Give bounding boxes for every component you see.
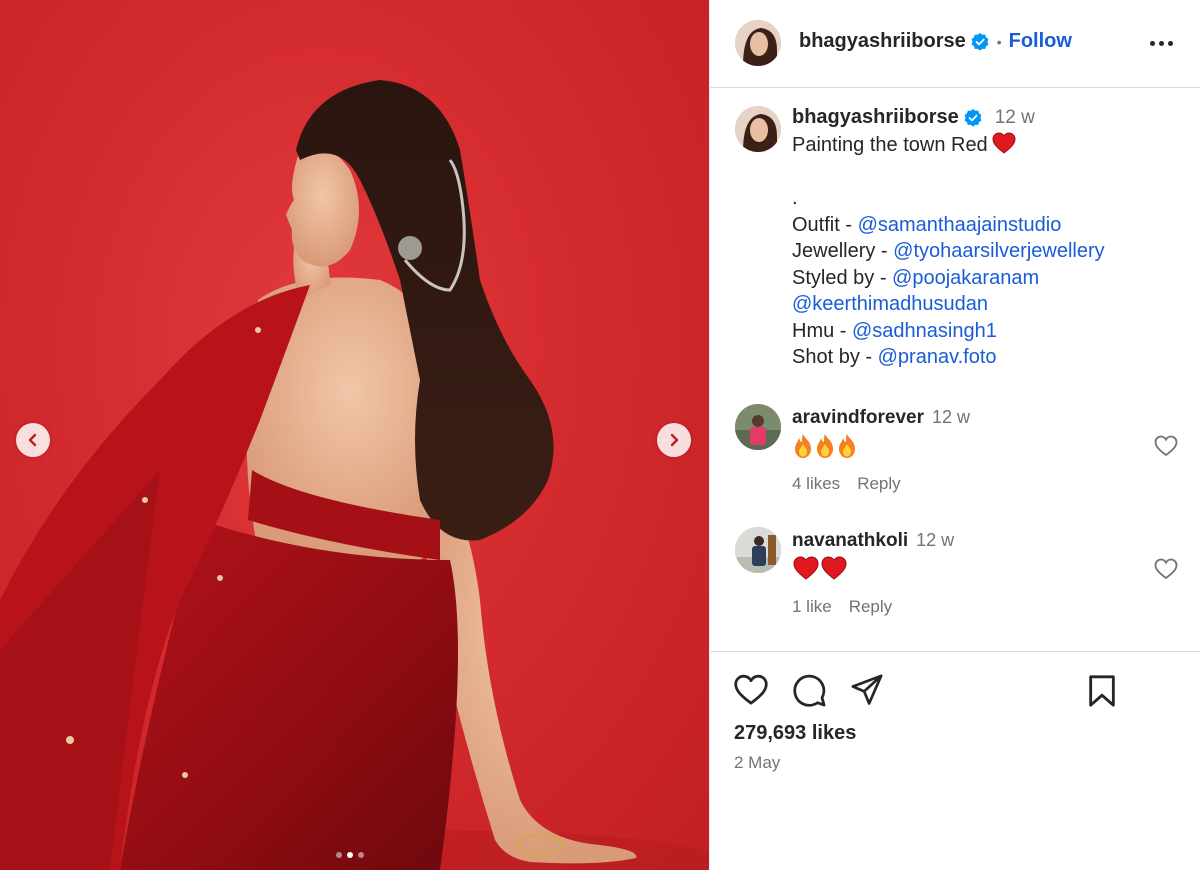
post-actions: 279,693 likes 2 May [710, 651, 1200, 870]
credit-label: Hmu - [792, 319, 852, 342]
red-heart-emoji-icon [793, 556, 819, 580]
caption-avatar[interactable] [735, 106, 781, 152]
comment-header: navanathkoli 12 w [792, 530, 954, 552]
comment-time[interactable]: 12 w [916, 530, 954, 551]
reply-button[interactable]: Reply [849, 597, 892, 617]
fire-emoji-icon [839, 434, 855, 458]
comment-item: navanathkoli 12 w 1 like Reply [710, 527, 1200, 627]
comment-text [792, 433, 858, 459]
credit-label: Styled by - [792, 266, 893, 289]
author-username[interactable]: bhagyashriiborse [799, 30, 966, 53]
more-dot [1149, 40, 1155, 46]
caption-username[interactable]: bhagyashriiborse [792, 106, 959, 129]
red-heart-emoji-icon [821, 556, 847, 580]
post-photo [0, 80, 709, 870]
credit-mention[interactable]: @sadhnasingh1 [852, 320, 997, 342]
comment-like-button[interactable] [1154, 435, 1178, 462]
heart-outline-icon [734, 674, 768, 705]
comment-likes[interactable]: 1 like [792, 597, 832, 617]
commenter-avatar[interactable] [735, 527, 781, 573]
credit-line: Jewellery - @tyohaarsilverjewellery [792, 238, 1192, 265]
caption-header: bhagyashriiborse 12 w [792, 106, 1035, 129]
post-date[interactable]: 2 May [734, 753, 780, 773]
credit-mention[interactable]: @poojakaranam [892, 267, 1039, 289]
commenter-avatar[interactable] [735, 404, 781, 450]
credit-label: Shot by - [792, 346, 878, 368]
verified-badge-icon [964, 108, 982, 127]
share-button[interactable] [850, 673, 884, 712]
comment-likes[interactable]: 4 likes [792, 474, 840, 494]
previous-slide-button[interactable] [16, 423, 50, 457]
caption-title-line: Painting the town Red [792, 132, 1192, 159]
verified-badge-icon [971, 32, 989, 51]
credit-mention[interactable]: @tyohaarsilverjewellery [893, 240, 1104, 262]
carousel-dot [336, 852, 342, 858]
caption-dot: . [792, 187, 798, 209]
comment-meta: 1 like Reply [792, 597, 892, 617]
reply-button[interactable]: Reply [857, 474, 900, 494]
credit-label: Outfit - [792, 213, 858, 236]
more-dot [1167, 40, 1173, 46]
credit-mention[interactable]: @keerthimadhusudan [792, 293, 988, 315]
credit-label: Jewellery - [792, 240, 894, 262]
heart-outline-icon [1154, 435, 1178, 457]
credit-line: Styled by - @poojakaranam [792, 265, 1192, 292]
chevron-left-icon [28, 433, 37, 447]
carousel-dot-active [347, 852, 353, 858]
carousel-dot [358, 852, 364, 858]
comment-text [792, 556, 848, 580]
follow-button[interactable]: Follow [1009, 30, 1072, 53]
save-button[interactable] [1087, 674, 1117, 713]
comment-button[interactable] [792, 673, 827, 713]
credit-line: Shot by - @pranav.foto [792, 344, 1192, 371]
heart-outline-icon [1154, 558, 1178, 580]
more-options-button[interactable] [1146, 30, 1176, 56]
commenter-username[interactable]: navanathkoli [792, 530, 908, 552]
caption-text: Painting the town Red . Outfit - @samant… [792, 132, 1192, 371]
fire-emoji-icon [795, 434, 811, 458]
header-separator: • [996, 33, 1002, 50]
post-media[interactable] [0, 0, 709, 870]
comment-header: aravindforever 12 w [792, 407, 970, 429]
likes-count[interactable]: 279,693 likes [734, 722, 856, 745]
author-avatar[interactable] [735, 20, 781, 66]
caption-time[interactable]: 12 w [995, 107, 1035, 129]
next-slide-button[interactable] [657, 423, 691, 457]
credit-line: Outfit - @samanthaajainstudio [792, 212, 1192, 239]
credit-mention[interactable]: @pranav.foto [878, 346, 997, 368]
send-paper-plane-icon [851, 674, 883, 705]
comment-meta: 4 likes Reply [792, 474, 901, 494]
credit-line: Hmu - @sadhnasingh1 [792, 318, 1192, 345]
comment-bubble-icon [793, 674, 826, 707]
comment-item: aravindforever 12 w 4 likes Reply [710, 404, 1200, 504]
comment-like-button[interactable] [1154, 558, 1178, 585]
commenter-username[interactable]: aravindforever [792, 407, 924, 429]
like-button[interactable] [733, 674, 769, 711]
credit-line: @keerthimadhusudan [792, 291, 1192, 318]
red-heart-emoji-icon [992, 132, 1016, 154]
post-panel: bhagyashriiborse • Follow bhagyashriibor… [709, 0, 1200, 870]
more-dot [1158, 40, 1164, 46]
credit-mention[interactable]: @samanthaajainstudio [858, 214, 1062, 236]
header-row: bhagyashriiborse • Follow [799, 30, 1072, 53]
chevron-right-icon [670, 433, 679, 447]
caption-title: Painting the town Red [792, 134, 988, 156]
fire-emoji-icon [817, 434, 833, 458]
carousel-indicator [336, 852, 364, 858]
post-header: bhagyashriiborse • Follow [710, 0, 1200, 88]
comment-time[interactable]: 12 w [932, 407, 970, 428]
bookmark-icon [1089, 675, 1115, 707]
